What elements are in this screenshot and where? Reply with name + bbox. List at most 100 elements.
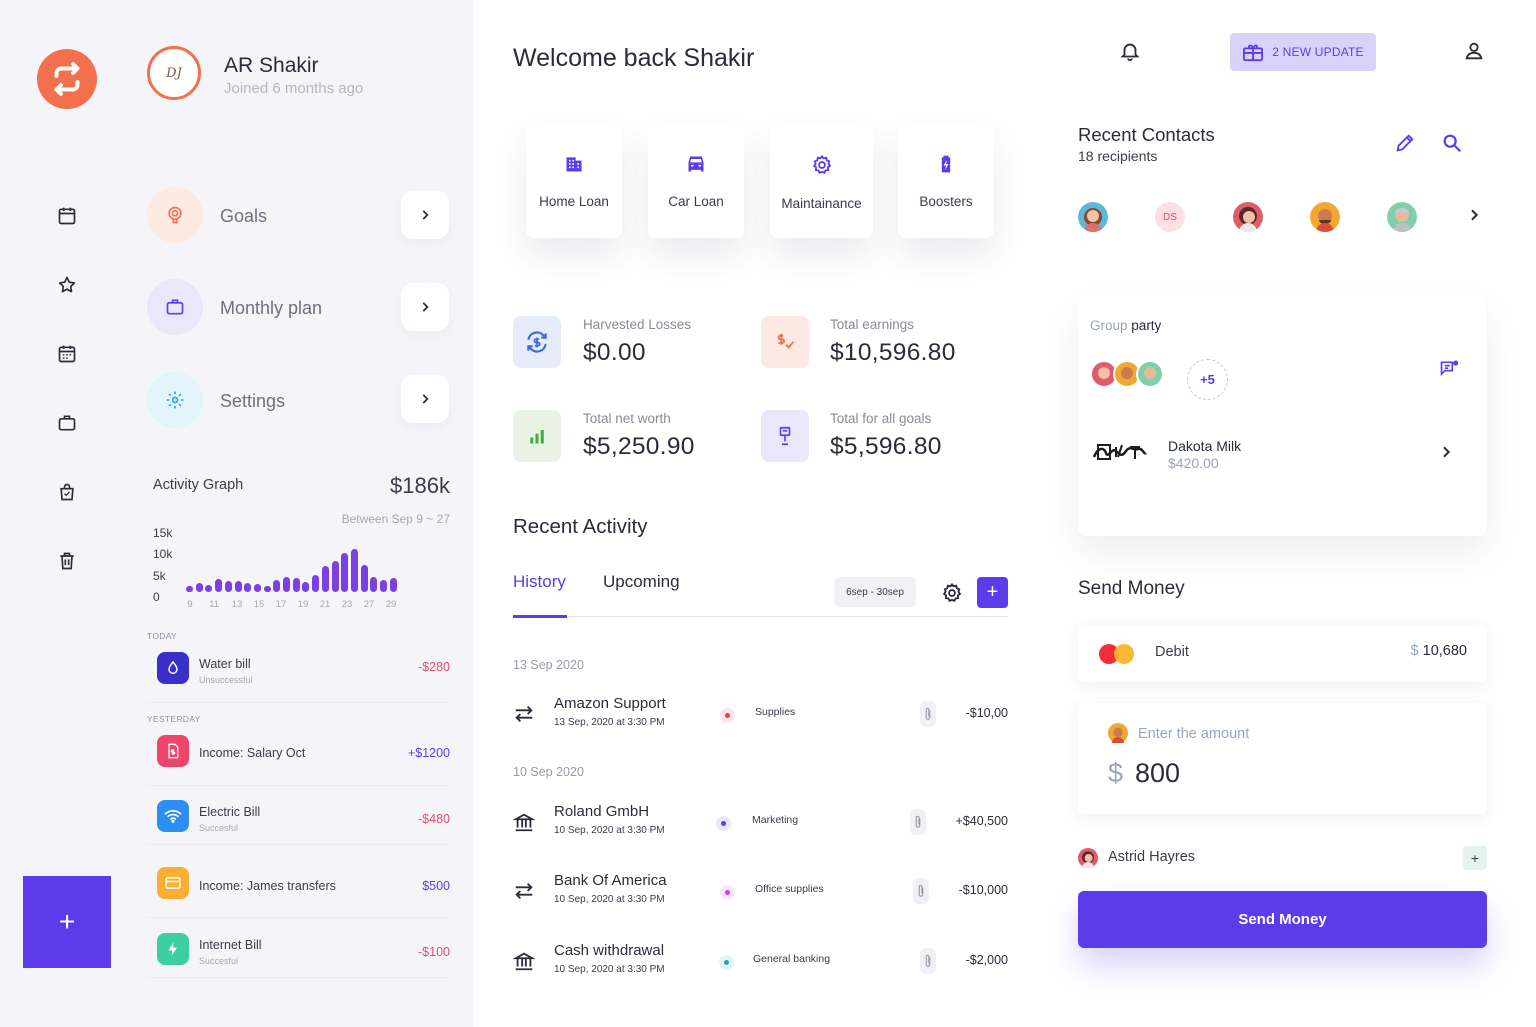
tab-upcoming[interactable]: Upcoming xyxy=(603,572,680,592)
battery-icon xyxy=(936,154,956,174)
settings-arrow-button[interactable] xyxy=(401,375,449,423)
contact-avatar[interactable] xyxy=(1387,202,1417,232)
activity-category: Supplies xyxy=(755,706,796,718)
activity-row[interactable]: Amazon Support 13 Sep, 2020 at 3:30 PM S… xyxy=(513,695,1008,735)
chevron-right-icon[interactable] xyxy=(1466,207,1482,223)
date-range-button[interactable]: 6sep - 30sep xyxy=(834,577,916,607)
service-maintainance[interactable]: Maintainance xyxy=(770,122,873,238)
paperclip-icon[interactable] xyxy=(910,809,926,835)
service-boosters[interactable]: Boosters xyxy=(898,122,994,238)
transaction-row[interactable]: Electric Bill Succesful -$480 xyxy=(147,793,450,845)
add-recipient-button[interactable]: + xyxy=(1463,846,1487,870)
x-tick-label: 29 xyxy=(385,599,397,610)
more-members-badge[interactable]: +5 xyxy=(1187,359,1228,400)
activity-bar xyxy=(389,577,397,592)
transaction-amount: +$1200 xyxy=(407,746,450,760)
service-car-loan[interactable]: Car Loan xyxy=(648,122,744,238)
amount-placeholder[interactable]: Enter the amount xyxy=(1138,726,1249,742)
activity-row[interactable]: Roland GmbH 10 Sep, 2020 at 3:30 PM Mark… xyxy=(513,803,1008,843)
avatar-signature: DJ xyxy=(166,65,182,81)
paperclip-icon[interactable] xyxy=(920,701,936,727)
transaction-row[interactable]: Income: James transfers $500 xyxy=(147,860,450,918)
star-icon[interactable] xyxy=(55,273,79,297)
menu-label-settings[interactable]: Settings xyxy=(220,391,285,412)
paperclip-icon[interactable] xyxy=(920,948,936,974)
payee-name: Dakota Milk xyxy=(1168,438,1242,454)
group-party-title: Group party xyxy=(1090,318,1161,333)
transaction-name: Water bill xyxy=(199,657,251,671)
briefcase-icon[interactable] xyxy=(55,411,79,435)
page-title: Welcome back Shakir xyxy=(513,44,755,72)
pencil-icon[interactable] xyxy=(1394,132,1416,154)
contact-avatar-initials[interactable]: DS xyxy=(1155,202,1185,232)
trash-icon[interactable] xyxy=(55,549,79,573)
user-icon[interactable] xyxy=(1463,40,1485,62)
contact-avatar[interactable] xyxy=(1233,202,1263,232)
new-update-button[interactable]: 2 NEW UPDATE xyxy=(1230,33,1376,71)
stat-value: $5,596.80 xyxy=(830,433,942,460)
contact-avatar[interactable] xyxy=(1310,202,1340,232)
calendar-icon[interactable] xyxy=(55,204,79,228)
shopping-bag-icon[interactable] xyxy=(55,480,79,504)
activity-row[interactable]: Bank Of America 10 Sep, 2020 at 3:30 PM … xyxy=(513,872,1008,912)
chat-icon[interactable] xyxy=(1439,359,1459,379)
transaction-row[interactable]: Income: Salary Oct +$1200 xyxy=(147,728,450,786)
activity-bar-chart xyxy=(186,528,397,592)
tab-history[interactable]: History xyxy=(513,572,566,592)
recipient-name: Astrid Hayres xyxy=(1108,849,1196,865)
activity-bar xyxy=(273,579,281,592)
send-money-title: Send Money xyxy=(1078,578,1185,599)
activity-graph-title: Activity Graph xyxy=(153,477,244,493)
new-update-label: 2 NEW UPDATE xyxy=(1272,45,1364,59)
service-label: Car Loan xyxy=(668,194,724,209)
calendar-grid-icon[interactable] xyxy=(55,342,79,366)
activity-bar xyxy=(253,584,261,592)
card-label: Debit xyxy=(1155,644,1189,660)
balance-value: 10,680 xyxy=(1422,643,1467,659)
activity-bar xyxy=(195,582,203,592)
chevron-right-icon[interactable] xyxy=(1438,444,1454,460)
bell-icon[interactable] xyxy=(1119,40,1141,62)
goals-arrow-button[interactable] xyxy=(401,191,449,239)
gear-icon[interactable] xyxy=(941,582,963,604)
menu-label-monthly-plan[interactable]: Monthly plan xyxy=(220,298,322,319)
transaction-row[interactable]: Water bill Unsuccessful -$280 xyxy=(147,645,450,703)
send-money-button[interactable]: Send Money xyxy=(1078,891,1487,948)
amount-card: Enter the amount $ 800 xyxy=(1078,703,1487,814)
menu-label-goals[interactable]: Goals xyxy=(220,206,267,227)
activity-name: Bank Of America xyxy=(554,872,667,889)
monthly-plan-arrow-button[interactable] xyxy=(401,283,449,331)
debit-card-select[interactable]: Debit $ 10,680 xyxy=(1078,625,1487,682)
date-header: 13 Sep 2020 xyxy=(513,658,584,672)
app-logo[interactable] xyxy=(37,49,97,109)
x-tick-label: 19 xyxy=(297,599,309,610)
category-dot xyxy=(719,955,734,970)
transaction-row[interactable]: Internet Bill Succesful -$100 xyxy=(147,926,450,978)
transfer-icon xyxy=(513,703,535,725)
activity-name: Cash withdrawal xyxy=(554,942,665,959)
activity-row[interactable]: Cash withdrawal 10 Sep, 2020 at 3:30 PM … xyxy=(513,942,1008,982)
amount-input[interactable]: 800 xyxy=(1135,758,1180,789)
activity-name: Roland GmbH xyxy=(554,803,650,820)
activity-bar xyxy=(292,578,300,592)
stat-label: Total for all goals xyxy=(830,411,932,426)
activity-bar xyxy=(263,586,271,592)
group-members[interactable] xyxy=(1090,359,1170,389)
add-button[interactable]: + xyxy=(23,876,111,968)
service-home-loan[interactable]: Home Loan xyxy=(526,122,622,238)
add-activity-button[interactable]: + xyxy=(977,577,1008,608)
avatar[interactable]: DJ xyxy=(147,46,201,100)
activity-bar xyxy=(205,585,213,592)
category-dot xyxy=(720,885,735,900)
user-joined: Joined 6 months ago xyxy=(224,80,364,97)
contact-avatar[interactable] xyxy=(1078,202,1108,232)
paperclip-icon[interactable] xyxy=(913,878,929,904)
y-tick-label: 10k xyxy=(153,547,173,561)
transaction-status: Succesful xyxy=(199,823,239,833)
payee-amount: $420.00 xyxy=(1168,455,1219,471)
activity-amount: +$40,500 xyxy=(955,814,1008,828)
activity-graph-range: Between Sep 9 ~ 27 xyxy=(341,512,450,526)
search-icon[interactable] xyxy=(1441,132,1463,154)
transaction-name: Electric Bill xyxy=(199,805,261,819)
activity-bar xyxy=(331,561,339,592)
